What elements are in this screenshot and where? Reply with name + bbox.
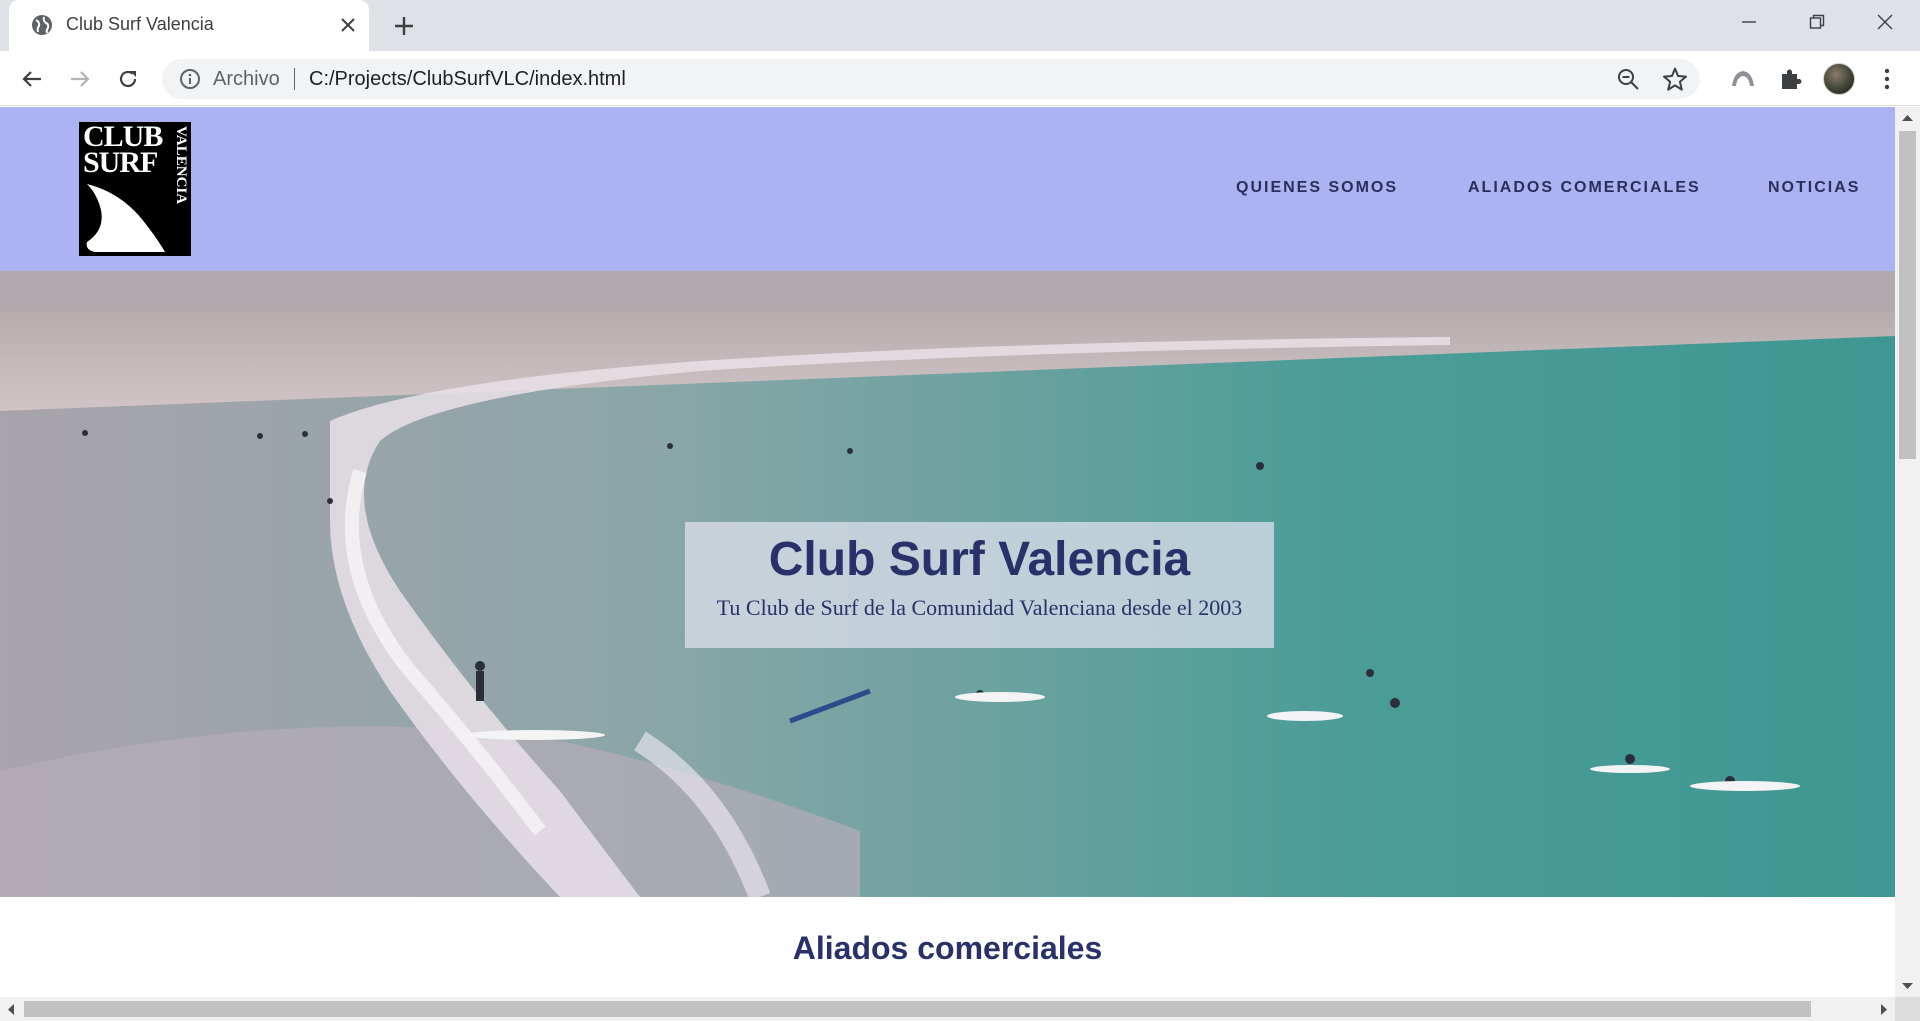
avatar[interactable] xyxy=(1823,63,1855,95)
info-icon[interactable] xyxy=(179,68,201,90)
section-title-aliados: Aliados comerciales xyxy=(792,930,1103,966)
page-viewport: CLUB SURF VALENCIA QUIENES SOMOS ALIADOS… xyxy=(0,107,1895,997)
extension-shield-icon[interactable] xyxy=(1728,64,1758,94)
scroll-right-icon[interactable] xyxy=(1880,1004,1888,1015)
scroll-up-icon[interactable] xyxy=(1902,114,1913,122)
hero-title-box: Club Surf Valencia Tu Club de Surf de la… xyxy=(685,522,1274,648)
scroll-left-icon[interactable] xyxy=(7,1004,15,1015)
horizontal-scroll-thumb[interactable] xyxy=(24,1001,1811,1017)
minimize-icon[interactable] xyxy=(1714,0,1784,44)
logo-text-surf: SURF xyxy=(83,146,158,179)
hero-banner: Club Surf Valencia Tu Club de Surf de la… xyxy=(0,271,1895,897)
club-surf-logo[interactable]: CLUB SURF VALENCIA xyxy=(79,122,191,256)
nav-noticias[interactable]: NOTICIAS xyxy=(1768,179,1860,197)
omnibox-separator xyxy=(294,68,295,90)
tab-strip: Club Surf Valencia xyxy=(0,0,1920,51)
zoom-out-icon[interactable] xyxy=(1616,67,1640,91)
restore-icon[interactable] xyxy=(1782,0,1852,44)
forward-icon[interactable] xyxy=(64,63,96,95)
hero-title: Club Surf Valencia xyxy=(768,533,1191,586)
tab-title: Club Surf Valencia xyxy=(66,14,214,34)
puzzle-icon[interactable] xyxy=(1775,64,1805,94)
browser-tab[interactable]: Club Surf Valencia xyxy=(9,0,369,51)
globe-icon xyxy=(32,15,52,35)
reload-icon[interactable] xyxy=(112,63,144,95)
site-header: CLUB SURF VALENCIA QUIENES SOMOS ALIADOS… xyxy=(0,107,1895,271)
scroll-down-icon[interactable] xyxy=(1902,982,1913,990)
window-close-icon[interactable] xyxy=(1850,0,1920,44)
logo-text-valencia: VALENCIA xyxy=(173,126,189,205)
menu-dots-icon[interactable] xyxy=(1872,64,1902,94)
address-bar[interactable]: Archivo C:/Projects/ClubSurfVLC/index.ht… xyxy=(162,59,1700,99)
back-icon[interactable] xyxy=(16,63,48,95)
url-text[interactable]: C:/Projects/ClubSurfVLC/index.html xyxy=(309,68,626,91)
vertical-scroll-thumb[interactable] xyxy=(1899,131,1916,459)
site-info-label: Archivo xyxy=(213,68,280,90)
vertical-scrollbar[interactable] xyxy=(1895,107,1920,997)
nav-quienes-somos[interactable]: QUIENES SOMOS xyxy=(1236,179,1398,197)
plus-icon[interactable] xyxy=(390,12,418,40)
hero-subtitle: Tu Club de Surf de la Comunidad Valencia… xyxy=(716,595,1243,620)
star-icon[interactable] xyxy=(1662,66,1688,92)
scrollbar-corner xyxy=(1895,997,1920,1021)
horizontal-scrollbar[interactable] xyxy=(0,997,1895,1021)
browser-toolbar: Archivo C:/Projects/ClubSurfVLC/index.ht… xyxy=(0,51,1920,106)
nav-aliados-comerciales[interactable]: ALIADOS COMERCIALES xyxy=(1468,179,1701,197)
close-icon[interactable] xyxy=(335,12,361,38)
